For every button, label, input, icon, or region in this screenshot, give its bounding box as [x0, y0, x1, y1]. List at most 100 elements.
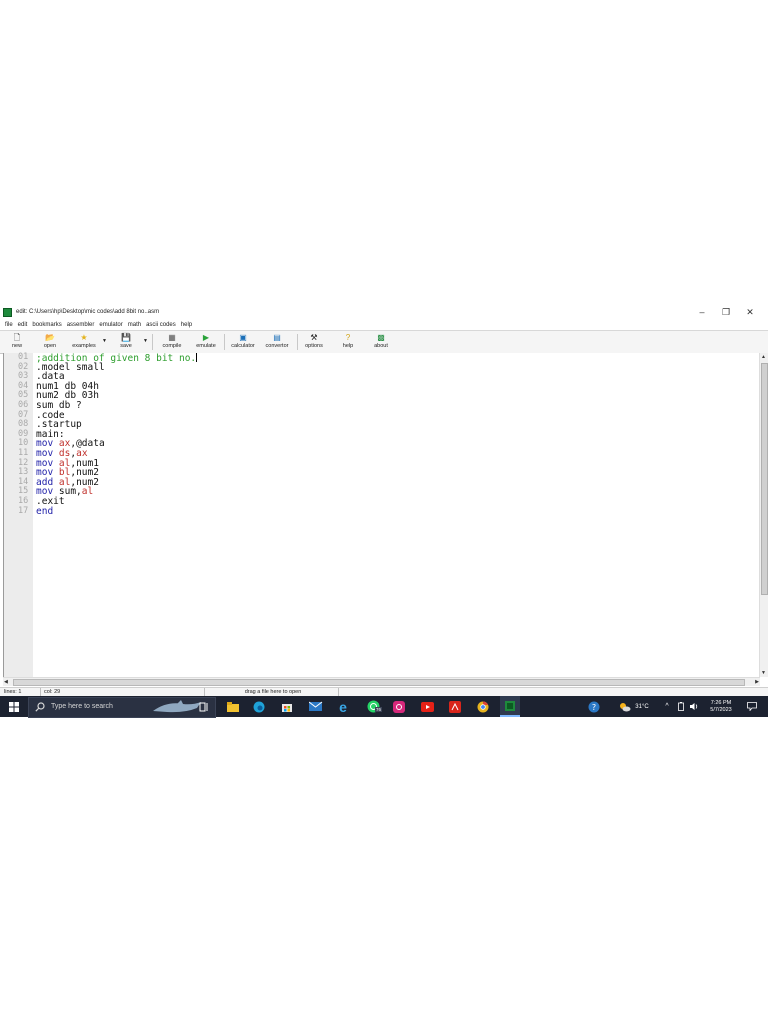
open-folder-icon: 📂	[45, 333, 55, 342]
clock-date: 5/7/2023	[710, 706, 732, 713]
menu-ascii-codes[interactable]: ascii codes	[146, 322, 176, 328]
battery-tray-button[interactable]	[676, 696, 686, 717]
options-button[interactable]: ⚒ options	[301, 333, 327, 349]
scroll-up-icon[interactable]: ▲	[761, 354, 766, 360]
status-lines: lines: 1	[2, 688, 41, 696]
youtube-icon	[420, 701, 434, 712]
code-editor[interactable]: 01 ;addition of given 8 bit no. 02 .model s…	[3, 352, 761, 677]
weather-widget[interactable]: 31°C	[614, 696, 654, 717]
speaker-icon	[689, 703, 697, 710]
minimize-button[interactable]: –	[690, 306, 714, 318]
save-dropdown-icon[interactable]: ▼	[143, 338, 148, 344]
new-button[interactable]: 🗋 new	[6, 333, 28, 349]
toolbar: 🗋 new 📂 open ★ examples ▼ 💾 save ▼ ▦ com…	[0, 330, 768, 354]
menu-bookmarks[interactable]: bookmarks	[32, 322, 61, 328]
menu-bar: file edit bookmarks assembler emulator m…	[0, 320, 768, 330]
clock[interactable]: 7:26 PM 5/7/2023	[704, 696, 738, 717]
store-button[interactable]	[278, 696, 296, 717]
open-button[interactable]: 📂 open	[38, 333, 62, 349]
windows-icon	[9, 701, 19, 712]
line-number: 17	[18, 505, 29, 516]
mail-button[interactable]	[306, 696, 326, 717]
whatsapp-badge: 76	[375, 707, 383, 712]
maximize-button[interactable]: ❐	[714, 306, 738, 318]
tools-icon: ⚒	[310, 333, 318, 342]
status-col: col: 29	[42, 688, 205, 696]
store-icon	[282, 703, 292, 712]
youtube-button[interactable]	[418, 696, 436, 717]
internet-explorer-icon: e	[339, 698, 347, 715]
about-button[interactable]: ▩ about	[369, 333, 393, 349]
weather-icon	[620, 702, 631, 711]
volume-tray-button[interactable]	[688, 696, 700, 717]
title-bar[interactable]: edit: C:\Users\hp\Desktop\mic codes\add …	[0, 304, 768, 320]
task-view-button[interactable]	[196, 696, 212, 717]
window-controls: – ❐ ✕	[690, 306, 762, 318]
text-cursor	[196, 353, 198, 362]
menu-math[interactable]: math	[128, 322, 141, 328]
start-button[interactable]	[4, 696, 24, 717]
help-tray-button[interactable]: ?	[586, 696, 602, 717]
edge-button[interactable]	[250, 696, 268, 717]
emulate-button[interactable]: ▶ emulate	[191, 333, 221, 349]
clock-time: 7:26 PM	[710, 699, 732, 706]
emu8086-icon	[505, 700, 515, 711]
convertor-button[interactable]: ▤ convertor	[261, 333, 293, 349]
floppy-disk-icon: 💾	[121, 333, 131, 342]
examples-button[interactable]: ★ examples	[67, 333, 101, 349]
convertor-icon: ▤	[273, 333, 281, 342]
notification-icon	[747, 702, 757, 711]
examples-dropdown-icon[interactable]: ▼	[102, 338, 107, 344]
horizontal-scrollbar[interactable]: ◀ ▶	[3, 677, 760, 686]
emu8086-taskbar-button[interactable]	[500, 696, 520, 717]
chrome-icon	[477, 701, 489, 712]
battery-icon	[678, 702, 684, 711]
menu-file[interactable]: file	[5, 322, 13, 328]
horizontal-scroll-thumb[interactable]	[13, 679, 745, 686]
vertical-scrollbar[interactable]: ▲ ▼	[759, 353, 768, 677]
help-tray-icon: ?	[588, 701, 600, 712]
about-chip-icon: ▩	[377, 333, 385, 342]
menu-assembler[interactable]: assembler	[67, 322, 95, 328]
app-icon	[3, 307, 12, 317]
vertical-scroll-thumb[interactable]	[761, 363, 768, 595]
taskbar-search[interactable]: Type here to search	[28, 697, 216, 718]
toolbar-divider	[224, 334, 225, 350]
compile-button[interactable]: ▦ compile	[157, 333, 187, 349]
show-hidden-icons-button[interactable]: ^	[662, 696, 672, 717]
code-line[interactable]: 17 end	[18, 505, 197, 517]
search-placeholder: Type here to search	[51, 703, 113, 710]
help-button[interactable]: ? help	[337, 333, 359, 349]
search-icon	[35, 702, 45, 712]
menu-help[interactable]: help	[181, 322, 192, 328]
instagram-button[interactable]	[390, 696, 408, 717]
file-explorer-button[interactable]	[224, 696, 242, 717]
task-view-icon	[199, 702, 208, 711]
toolbar-divider	[152, 334, 153, 350]
edge-icon	[253, 701, 265, 712]
temperature-text: 31°C	[635, 703, 649, 710]
scroll-left-icon[interactable]: ◀	[4, 679, 8, 685]
internet-explorer-button[interactable]: e	[334, 696, 352, 717]
code-token: al	[81, 486, 94, 498]
acrobat-icon	[449, 700, 461, 713]
chrome-button[interactable]	[474, 696, 492, 717]
calculator-button[interactable]: ▣ calculator	[227, 333, 259, 349]
menu-emulator[interactable]: emulator	[99, 322, 122, 328]
menu-edit[interactable]: edit	[18, 322, 28, 328]
mail-icon	[309, 701, 323, 711]
code-line[interactable]: 16 .exit	[18, 496, 197, 507]
close-button[interactable]: ✕	[738, 306, 762, 318]
acrobat-button[interactable]	[446, 696, 464, 717]
folder-icon	[227, 701, 239, 712]
scroll-down-icon[interactable]: ▼	[761, 670, 766, 676]
code-token: end	[36, 505, 54, 517]
scroll-right-icon[interactable]: ▶	[755, 679, 759, 685]
code-area[interactable]: 01 ;addition of given 8 bit no. 02 .model s…	[18, 352, 198, 517]
instagram-icon	[393, 700, 405, 713]
compile-icon: ▦	[168, 333, 176, 342]
whatsapp-button[interactable]: 76	[362, 696, 384, 717]
toolbar-divider	[297, 334, 298, 350]
save-button[interactable]: 💾 save	[114, 333, 138, 349]
notifications-button[interactable]	[744, 696, 760, 717]
